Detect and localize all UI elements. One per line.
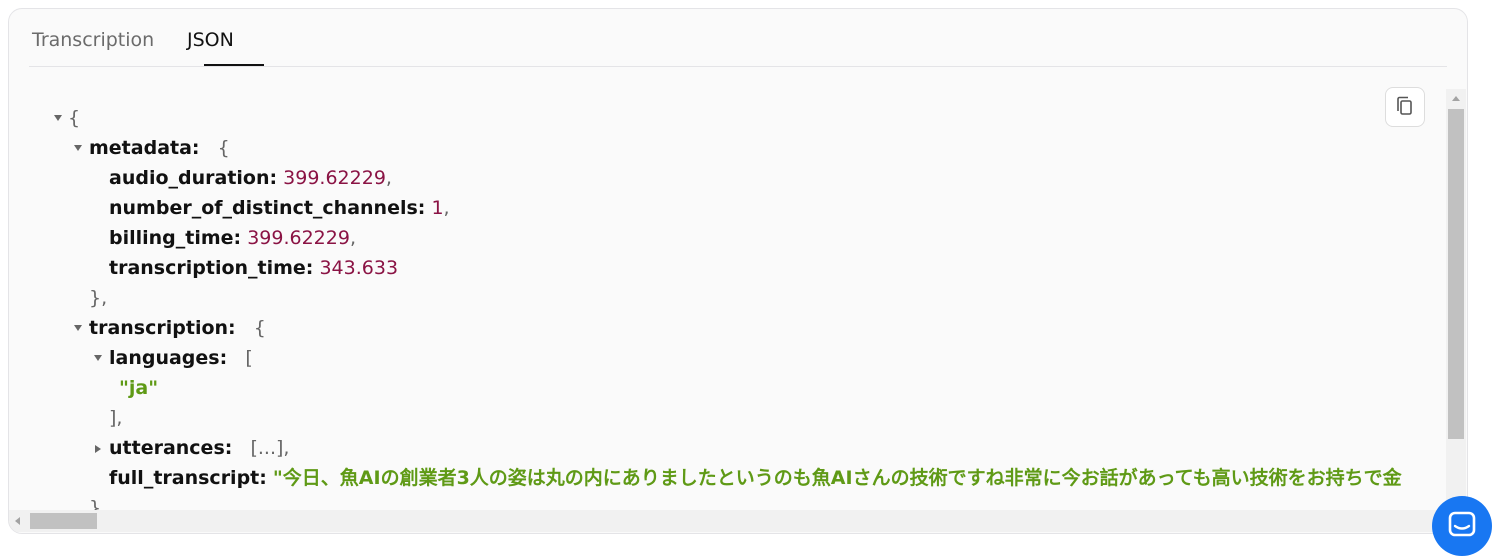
language-item: "ja" <box>119 376 158 400</box>
transcription-row: transcription: { <box>89 317 266 339</box>
billing-time-value: 399.62229 <box>247 227 350 249</box>
copy-icon <box>1397 96 1412 115</box>
audio-duration-key: audio_duration: <box>109 167 278 189</box>
scroll-left-icon[interactable] <box>15 517 20 525</box>
utterances-row: utterances: [...], <box>109 436 289 460</box>
channels-value: 1 <box>431 197 444 219</box>
metadata-key: metadata: <box>89 137 200 159</box>
vertical-scrollbar[interactable] <box>1446 89 1466 510</box>
collapse-root-icon[interactable] <box>54 115 62 121</box>
scroll-up-icon[interactable] <box>1452 96 1460 101</box>
expand-utterances-icon[interactable] <box>95 445 101 453</box>
collapse-languages-icon[interactable] <box>94 355 102 361</box>
transcription-time-value: 343.633 <box>319 257 399 279</box>
tab-transcription[interactable]: Transcription <box>32 29 154 51</box>
collapse-metadata-icon[interactable] <box>74 145 82 151</box>
utterances-key: utterances: <box>109 437 233 459</box>
billing-time-key: billing_time: <box>109 227 242 249</box>
horizontal-scrollbar[interactable] <box>9 510 1446 532</box>
collapse-transcription-icon[interactable] <box>74 325 82 331</box>
channels-key: number_of_distinct_channels: <box>109 197 426 219</box>
tab-bar: Transcription JSON <box>29 9 1447 67</box>
horizontal-scroll-thumb[interactable] <box>30 513 97 529</box>
vertical-scroll-thumb[interactable] <box>1448 109 1464 439</box>
audio-duration-row: audio_duration: 399.62229, <box>109 167 392 189</box>
transcription-time-key: transcription_time: <box>109 257 314 279</box>
chat-launcher-button[interactable] <box>1432 496 1492 556</box>
metadata-row: metadata: { <box>89 137 230 159</box>
languages-close-bracket: ], <box>109 407 123 429</box>
json-viewer-card: Transcription JSON { metadata: { audio_d… <box>8 8 1468 534</box>
copy-button[interactable] <box>1385 87 1425 127</box>
full-transcript-key: full_transcript: <box>109 467 267 489</box>
languages-key: languages: <box>109 347 228 369</box>
full-transcript-value: "今日、魚AIの創業者3人の姿は丸の内にありましたというのも魚AIさんの技術です… <box>272 467 1402 489</box>
active-tab-indicator <box>204 64 264 66</box>
channels-row: number_of_distinct_channels: 1, <box>109 197 450 219</box>
full-transcript-row: full_transcript: "今日、魚AIの創業者3人の姿は丸の内にありま… <box>109 466 1402 490</box>
transcription-key: transcription: <box>89 317 236 339</box>
json-tree: { metadata: { audio_duration: 399.62229,… <box>9 67 1446 510</box>
language-value: "ja" <box>119 377 159 399</box>
root-open-brace: { <box>68 107 81 129</box>
tab-json[interactable]: JSON <box>187 29 234 51</box>
utterances-collapsed[interactable]: [...], <box>250 437 289 459</box>
transcription-time-row: transcription_time: 343.633 <box>109 256 398 280</box>
transcription-close-brace: } <box>89 497 102 510</box>
chat-icon <box>1448 511 1476 537</box>
metadata-close-brace: }, <box>89 287 108 309</box>
billing-time-row: billing_time: 399.62229, <box>109 227 356 249</box>
audio-duration-value: 399.62229 <box>283 167 386 189</box>
languages-row: languages: [ <box>109 347 253 369</box>
